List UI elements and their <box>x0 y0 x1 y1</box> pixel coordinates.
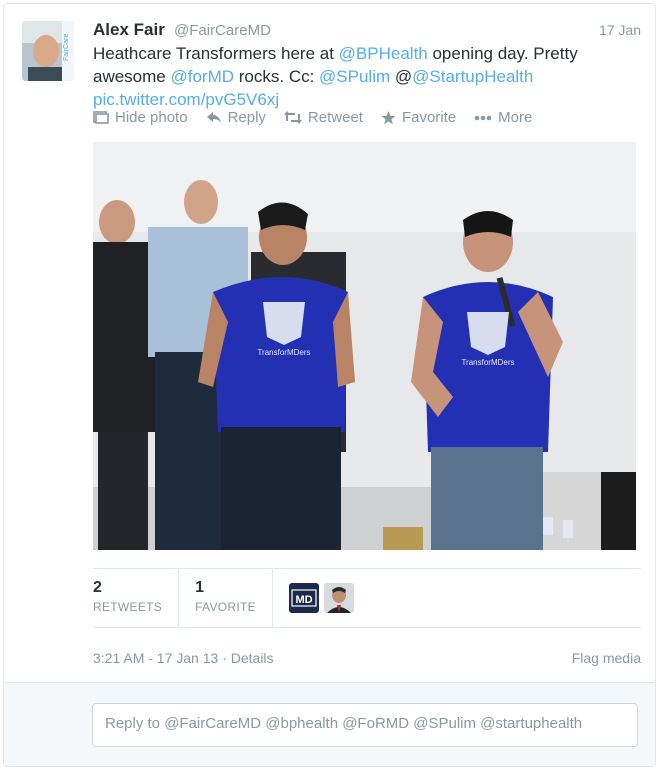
author-handle[interactable]: @FairCareMD <box>174 22 271 39</box>
more-dots-icon <box>474 115 492 120</box>
formd-logo-text: MD <box>295 594 312 606</box>
retweets-count: 2 <box>93 579 102 596</box>
tweet-link[interactable]: @BPHealth <box>339 44 428 63</box>
retweet-icon <box>283 111 302 124</box>
author-avatar[interactable]: FairCare <box>22 21 74 81</box>
tweet-text-fragment: @ <box>390 67 413 86</box>
favorites-stat[interactable]: 1 FAVORITE <box>195 569 273 627</box>
user-avatar[interactable] <box>323 583 354 613</box>
reply-area: Reply to @FairCareMD @bphealth @FoRMD @S… <box>4 682 655 766</box>
retweets-stat[interactable]: 2 RETWEETS <box>93 569 180 627</box>
tweet-link[interactable]: @SPulim <box>319 67 390 86</box>
svg-text:FairCare: FairCare <box>63 34 70 61</box>
tweet-text-fragment: Heathcare Transformers here at <box>93 44 339 63</box>
tweet-date[interactable]: 17 Jan <box>599 22 641 38</box>
favorite-button[interactable]: Favorite <box>381 109 456 126</box>
favorites-count: 1 <box>195 579 204 596</box>
reply-icon <box>206 112 221 123</box>
tweet-timestamp[interactable]: 3:21 AM - 17 Jan 13 · Details <box>93 650 274 666</box>
hide-photo-button[interactable]: Hide photo <box>93 109 188 126</box>
tweet-card: FairCare Alex Fair @FairCareMD 17 Jan He… <box>3 3 656 767</box>
retweet-button[interactable]: Retweet <box>283 109 363 126</box>
favorites-label: FAVORITE <box>195 600 256 614</box>
shirt-text-left: TransforMDers <box>257 348 310 357</box>
flag-media-link[interactable]: Flag media <box>572 650 641 666</box>
reply-input[interactable]: Reply to @FairCareMD @bphealth @FoRMD @S… <box>92 703 638 747</box>
tweet-text: Heathcare Transformers here at @BPHealth… <box>93 42 633 111</box>
favoriters-list: MD <box>288 569 354 613</box>
more-label: More <box>498 109 533 126</box>
more-button[interactable]: More <box>474 109 532 126</box>
formd-avatar[interactable]: MD <box>288 583 319 613</box>
tweet-text-fragment: rocks. Cc: <box>234 67 320 86</box>
author-name[interactable]: Alex Fair <box>93 20 165 40</box>
photo-icon <box>93 111 109 124</box>
star-icon <box>381 110 396 124</box>
shirt-text-right: TransforMDers <box>461 358 514 367</box>
retweet-label: Retweet <box>307 109 363 126</box>
retweets-label: RETWEETS <box>93 600 163 614</box>
favorite-label: Favorite <box>401 109 457 126</box>
tweet-photo[interactable]: TransforMDers TransforMDers <box>93 142 636 550</box>
tweet-actions: Hide photo Reply Retweet Favorite More <box>93 109 532 126</box>
tweet-link[interactable]: @forMD <box>170 67 234 86</box>
tweet-link[interactable]: @StartupHealth <box>412 67 533 86</box>
reply-label: Reply <box>227 109 266 126</box>
tweet-stats: 2 RETWEETS 1 FAVORITE MD <box>93 568 641 628</box>
hide-photo-label: Hide photo <box>115 109 188 126</box>
tweet-link[interactable]: pic.twitter.com/pvG5V6xj <box>93 90 279 109</box>
reply-button[interactable]: Reply <box>206 109 266 126</box>
